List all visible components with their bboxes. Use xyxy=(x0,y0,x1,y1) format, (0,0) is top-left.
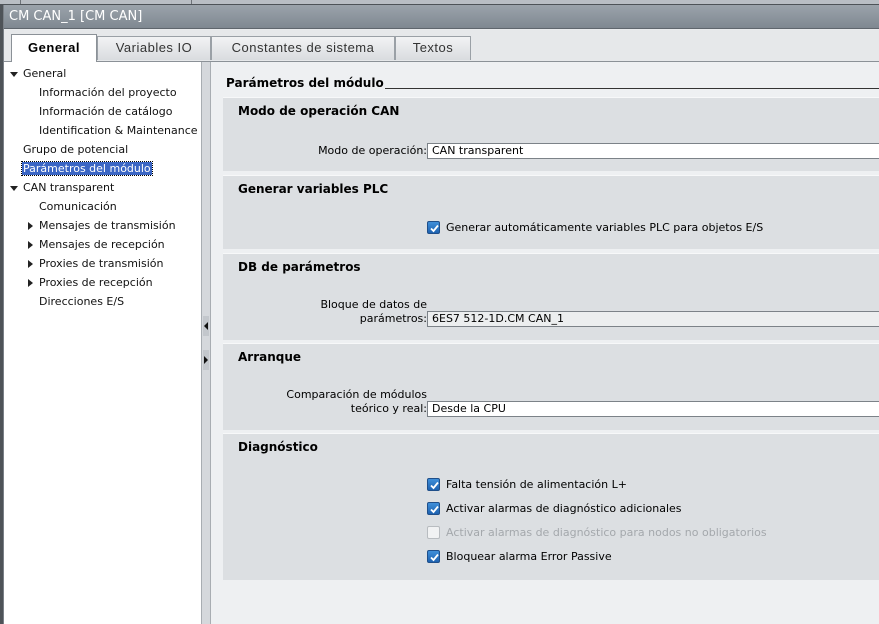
operation-mode-label: Modo de operación: xyxy=(318,144,427,157)
nav-item-comunicacion[interactable]: Comunicación xyxy=(39,198,117,216)
nav-item-label: CAN transparent xyxy=(23,181,115,194)
checkbox-label: Activar alarmas de diagnóstico adicional… xyxy=(446,502,682,515)
nav-item-label: Mensajes de recepción xyxy=(39,238,165,251)
navigation-tree: General Información del proyecto Informa… xyxy=(4,62,201,624)
tab-variables-io[interactable]: Variables IO xyxy=(97,36,211,60)
title-divider xyxy=(385,88,879,89)
section-title: Modo de operación CAN xyxy=(238,104,400,118)
properties-window: CM CAN_1 [CM CAN] General Variables IO C… xyxy=(3,5,879,624)
tab-general[interactable]: General xyxy=(11,34,97,62)
nav-item-proxies-transmision[interactable]: Proxies de transmisión xyxy=(26,255,163,273)
section-title: Arranque xyxy=(238,350,302,364)
collapse-left-button[interactable] xyxy=(203,316,209,336)
section-title: Diagnóstico xyxy=(238,440,318,454)
tab-constantes-de-sistema[interactable]: Constantes de sistema xyxy=(211,36,395,60)
arrow-right-icon xyxy=(204,356,208,364)
module-comparison-label-line2: teórico y real: xyxy=(350,402,427,415)
nav-item-label: Proxies de transmisión xyxy=(39,257,164,270)
tab-bar: General Variables IO Constantes de siste… xyxy=(4,30,879,62)
parameter-db-label-line2: parámetros: xyxy=(359,312,427,325)
collapsed-caret-icon[interactable] xyxy=(28,260,33,268)
section-parameter-db: DB de parámetros Bloque de datos de pará… xyxy=(223,253,879,340)
section-diagnostics: Diagnóstico Falta tensión de alimentació… xyxy=(223,433,879,580)
nav-item-can-transparent[interactable]: CAN transparent xyxy=(8,179,114,197)
collapsed-caret-icon[interactable] xyxy=(28,222,33,230)
page-title: Parámetros del módulo xyxy=(226,76,384,90)
nav-item-direcciones-es[interactable]: Direcciones E/S xyxy=(39,293,124,311)
arrow-left-icon xyxy=(204,322,208,330)
nav-item-label: Proxies de recepción xyxy=(39,276,153,289)
parameter-db-label-line1: Bloque de datos de xyxy=(320,298,427,311)
nav-item-identification-maintenance[interactable]: Identification & Maintenance xyxy=(39,122,198,140)
nav-item-parametros-modulo[interactable]: Parámetros del módulo xyxy=(21,160,153,178)
section-title: Generar variables PLC xyxy=(238,182,389,196)
strip-segment xyxy=(21,0,192,4)
checkbox-label: Activar alarmas de diagnóstico para nodo… xyxy=(446,526,767,539)
tab-textos[interactable]: Textos xyxy=(395,36,471,60)
content-panel: Parámetros del módulo Modo de operación … xyxy=(211,62,879,624)
checkbox-checked-icon[interactable] xyxy=(427,478,440,491)
panel-splitter[interactable] xyxy=(201,62,211,624)
nav-item-label: General xyxy=(23,67,67,80)
checkbox-disabled-icon xyxy=(427,526,440,539)
section-plc-variables: Generar variables PLC Generar automática… xyxy=(223,175,879,249)
nav-item-informacion-catalogo[interactable]: Información de catálogo xyxy=(39,103,173,121)
expand-caret-icon[interactable] xyxy=(10,186,18,191)
window-title: CM CAN_1 [CM CAN] xyxy=(4,5,879,29)
section-can-mode: Modo de operación CAN Modo de operación:… xyxy=(223,97,879,171)
module-comparison-field[interactable]: Desde la CPU xyxy=(427,401,879,417)
nav-item-general[interactable]: General xyxy=(8,65,66,83)
nav-item-label: Parámetros del módulo xyxy=(21,161,153,176)
checkbox-label: Bloquear alarma Error Passive xyxy=(446,550,612,563)
operation-mode-field[interactable]: CAN transparent xyxy=(427,143,879,159)
background-strip xyxy=(0,0,879,4)
module-comparison-label-line1: Comparación de módulos xyxy=(286,388,427,401)
nav-item-mensajes-recepcion[interactable]: Mensajes de recepción xyxy=(26,236,165,254)
collapsed-caret-icon[interactable] xyxy=(28,241,33,249)
nav-item-grupo-potencial[interactable]: Grupo de potencial xyxy=(23,141,128,159)
expand-caret-icon[interactable] xyxy=(10,72,18,77)
checkbox-checked-icon[interactable] xyxy=(427,550,440,563)
checkbox-label: Falta tensión de alimentación L+ xyxy=(446,478,627,491)
expand-right-button[interactable] xyxy=(203,350,209,370)
strip-segment xyxy=(0,0,21,4)
nav-item-mensajes-transmision[interactable]: Mensajes de transmisión xyxy=(26,217,176,235)
collapsed-caret-icon[interactable] xyxy=(28,279,33,287)
parameter-db-field: 6ES7 512-1D.CM CAN_1 xyxy=(427,311,879,327)
nav-item-proxies-recepcion[interactable]: Proxies de recepción xyxy=(26,274,153,292)
checkbox-checked-icon[interactable] xyxy=(427,502,440,515)
checkbox-checked-icon[interactable] xyxy=(427,221,440,234)
nav-item-informacion-proyecto[interactable]: Información del proyecto xyxy=(39,84,177,102)
nav-item-label: Mensajes de transmisión xyxy=(39,219,176,232)
section-startup: Arranque Comparación de módulos teórico … xyxy=(223,343,879,430)
checkbox-label: Generar automáticamente variables PLC pa… xyxy=(446,221,764,234)
section-title: DB de parámetros xyxy=(238,260,361,274)
